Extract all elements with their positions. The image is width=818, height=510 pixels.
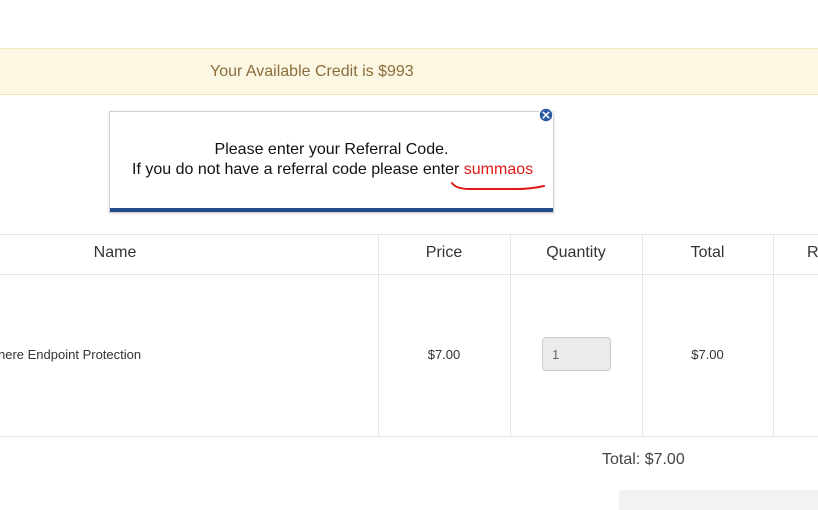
column-header-r: R: [807, 244, 818, 261]
product-total: $7.00: [691, 347, 724, 362]
column-divider: [642, 235, 643, 436]
credit-text: Your Available Credit is $993: [210, 63, 414, 80]
referral-prompt: Please enter your Referral Code.: [214, 141, 449, 158]
column-header-quantity: Quantity: [546, 244, 606, 261]
product-name: nere Endpoint Protection: [0, 347, 142, 362]
credit-banner: Your Available Credit is $993: [0, 48, 818, 95]
column-header-total: Total: [690, 244, 725, 261]
red-underline-annotation: [451, 182, 545, 190]
referral-hint-text: If you do not have a referral code pleas…: [132, 161, 464, 178]
product-price: $7.00: [427, 347, 461, 362]
quantity-input[interactable]: [542, 337, 611, 371]
footer-panel: [619, 490, 818, 510]
referral-code: summaos: [463, 161, 534, 178]
column-header-name: Name: [93, 244, 137, 261]
column-header-price: Price: [425, 244, 463, 261]
referral-popup: Please enter your Referral Code. If you …: [109, 111, 554, 213]
close-icon[interactable]: [538, 107, 554, 123]
cart-table: Name Price Quantity Total R nere Endpoin…: [0, 234, 818, 437]
header-divider: [0, 274, 818, 275]
column-divider: [378, 235, 379, 436]
cart-total: Total: $7.00: [602, 451, 685, 468]
column-divider: [510, 235, 511, 436]
column-divider: [773, 235, 774, 436]
popup-accent-bar: [110, 208, 553, 212]
